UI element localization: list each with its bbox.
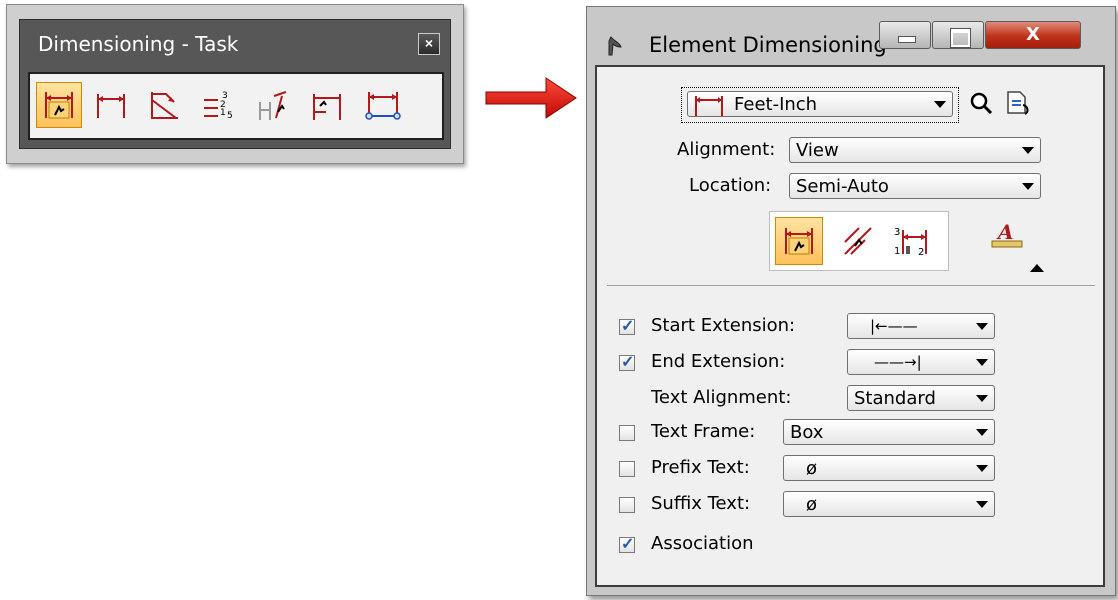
close-icon: X [1026, 24, 1040, 45]
dimension-style-select[interactable]: Feet-Inch [687, 91, 953, 117]
text-frame-select[interactable]: Box [783, 419, 995, 445]
text-alignment-select[interactable]: Standard [847, 385, 995, 411]
chevron-down-icon [1022, 183, 1034, 190]
chevron-down-icon [976, 429, 988, 436]
end-extension-value: ——→| [874, 353, 922, 371]
chevron-down-icon [976, 359, 988, 366]
chevron-down-icon [976, 323, 988, 330]
suffix-text-checkbox[interactable] [619, 497, 635, 513]
end-extension-checkbox[interactable] [619, 352, 635, 372]
dimension-style-value: Feet-Inch [734, 94, 818, 115]
toolbox-close-button[interactable]: × [418, 33, 440, 55]
magnifier-icon[interactable] [969, 91, 995, 117]
start-extension-label: Start Extension: [651, 315, 796, 336]
start-extension-select[interactable]: |←—— [847, 313, 995, 339]
maximize-button[interactable] [932, 21, 984, 49]
ordinate-mode-button[interactable]: 3 1 2 [888, 217, 936, 265]
maximize-icon [951, 29, 970, 47]
start-extension-checkbox[interactable] [619, 316, 635, 336]
linear-size-tool[interactable] [88, 82, 134, 128]
toolbox-title: Dimensioning - Task [38, 32, 239, 56]
prefix-text-checkbox[interactable] [619, 461, 635, 477]
dimension-size-mode-button[interactable] [834, 217, 882, 265]
element-dimensioning-dialog: Element Dimensioning X Feet-Inch Alignme… [586, 6, 1116, 596]
associative-dimension-icon [365, 92, 401, 120]
element-dimension-tool[interactable] [36, 82, 82, 128]
alignment-value: View [796, 140, 839, 161]
text-alignment-value: Standard [854, 388, 936, 409]
dimension-mode-group: 3 1 2 [769, 211, 949, 271]
element-dimension-icon [45, 92, 73, 119]
location-value: Semi-Auto [796, 176, 889, 197]
chevron-down-icon [976, 395, 988, 402]
label-line-icon [259, 91, 287, 120]
dialog-titlebar[interactable]: Element Dimensioning X [587, 7, 1115, 61]
section-separator [607, 285, 1095, 286]
application-icon [608, 36, 622, 56]
alignment-label: Alignment: [677, 139, 776, 160]
text-frame-value: Box [790, 422, 824, 443]
text-style-icon[interactable]: A [989, 221, 1025, 251]
chevron-down-icon [934, 101, 946, 108]
prefix-text-label: Prefix Text: [651, 457, 750, 478]
association-checkbox[interactable] [619, 534, 635, 554]
text-frame-checkbox[interactable] [619, 425, 635, 441]
text-alignment-label: Text Alignment: [651, 387, 792, 408]
associative-dimension-tool[interactable] [360, 82, 406, 128]
collapse-up-icon[interactable] [1029, 263, 1045, 273]
element-dimension-mode-button[interactable] [775, 217, 823, 265]
minimize-icon [898, 36, 916, 43]
location-label: Location: [689, 175, 772, 196]
suffix-text-label: Suffix Text: [651, 493, 751, 514]
svg-text:1: 1 [220, 108, 226, 118]
angle-size-tool[interactable] [142, 82, 188, 128]
ordinate-mode-icon: 3 1 2 [894, 227, 927, 258]
end-extension-select[interactable]: ——→| [847, 349, 995, 375]
linear-stacked-icon [313, 94, 341, 120]
toolbox-toolbar: 3 2 1 5 [28, 72, 444, 140]
svg-text:1: 1 [894, 246, 900, 257]
dialog-body: Feet-Inch Alignment: View Location: Semi… [595, 65, 1105, 587]
alignment-select[interactable]: View [789, 137, 1041, 163]
close-button[interactable]: X [985, 21, 1081, 49]
toolbox-frame: Dimensioning - Task × 3 2 1 5 [19, 19, 451, 149]
start-extension-value: |←—— [870, 317, 918, 335]
svg-text:5: 5 [227, 111, 233, 121]
linear-stacked-tool[interactable] [304, 82, 350, 128]
ordinate-dimension-tool[interactable]: 3 2 1 5 [196, 82, 242, 128]
text-frame-label: Text Frame: [651, 421, 756, 442]
suffix-text-value: ø [806, 494, 818, 515]
element-dimension-icon [785, 228, 813, 255]
label-line-tool[interactable] [250, 82, 296, 128]
dimensioning-task-toolbox: Dimensioning - Task × 3 2 1 5 [6, 4, 464, 164]
svg-text:3: 3 [894, 227, 900, 238]
dimension-size-icon [844, 227, 872, 255]
linear-size-icon [695, 96, 723, 116]
location-select[interactable]: Semi-Auto [789, 173, 1041, 199]
red-arrow-icon [485, 77, 577, 119]
end-extension-label: End Extension: [651, 351, 786, 372]
linear-size-icon [97, 94, 125, 118]
minimize-button[interactable] [879, 21, 931, 49]
match-settings-icon[interactable] [1005, 89, 1031, 117]
association-label: Association [651, 533, 754, 554]
prefix-text-value: ø [806, 458, 818, 479]
prefix-text-select[interactable]: ø [783, 455, 995, 481]
ordinate-dimension-icon: 3 2 1 5 [204, 91, 233, 121]
chevron-down-icon [1022, 147, 1034, 154]
angle-size-icon [151, 92, 178, 119]
chevron-down-icon [976, 465, 988, 472]
svg-text:2: 2 [918, 247, 924, 258]
chevron-down-icon [976, 501, 988, 508]
suffix-text-select[interactable]: ø [783, 491, 995, 517]
dialog-title: Element Dimensioning [649, 33, 887, 57]
